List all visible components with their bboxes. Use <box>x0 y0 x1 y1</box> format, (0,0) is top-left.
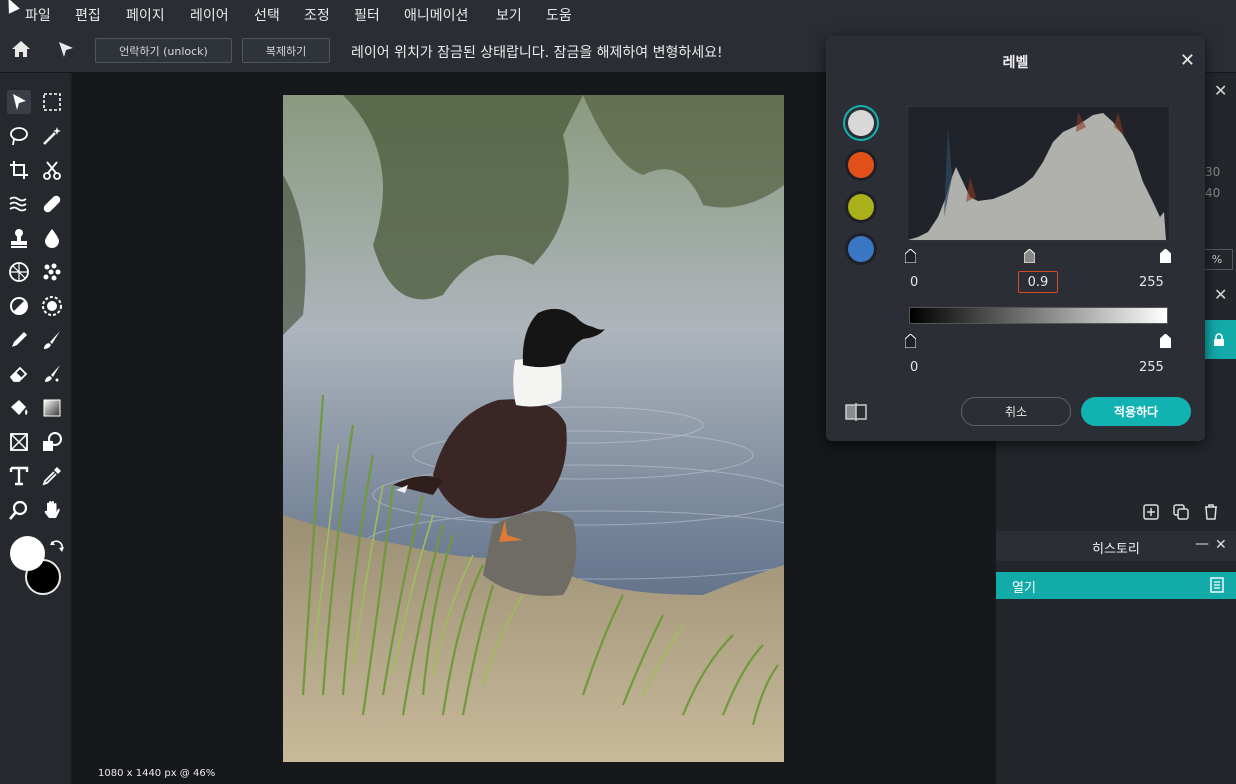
histogram <box>907 106 1170 241</box>
dodge-tool-icon[interactable] <box>7 294 31 318</box>
input-gamma-slider[interactable] <box>1024 249 1035 263</box>
layers-close-icon[interactable]: ✕ <box>1214 285 1227 304</box>
input-white-slider[interactable] <box>1160 249 1171 263</box>
percent-label: % <box>1211 253 1223 266</box>
menu-select[interactable]: 선택 <box>254 5 280 25</box>
input-black-slider[interactable] <box>905 249 916 263</box>
partial-value-1: 30 <box>1205 165 1221 179</box>
input-max-value: 255 <box>1139 275 1164 290</box>
pattern-tool-icon[interactable] <box>7 260 31 284</box>
zoom-tool-icon[interactable] <box>7 498 31 522</box>
menu-bar: 파일 편집 페이지 레이어 선택 조정 필터 애니메이션 보기 도움 <box>0 0 1236 28</box>
select-tool-icon[interactable] <box>7 90 31 114</box>
cancel-button[interactable]: 취소 <box>961 397 1071 426</box>
bandage-tool-icon[interactable] <box>40 192 64 216</box>
scissors-icon[interactable] <box>40 158 64 182</box>
mouse-cursor-icon <box>3 0 20 14</box>
partial-percent-field[interactable]: % <box>1201 249 1233 270</box>
menu-view[interactable]: 보기 <box>496 5 522 25</box>
dialog-title: 레벨 <box>1002 55 1029 71</box>
text-tool-icon[interactable] <box>7 464 31 488</box>
delete-layer-icon[interactable] <box>1202 503 1220 525</box>
apply-button[interactable]: 적용하다 <box>1081 397 1191 426</box>
crop-tool-icon[interactable] <box>7 158 31 182</box>
sponge-tool-icon[interactable] <box>40 260 64 284</box>
menu-animation[interactable]: 애니메이션 <box>404 5 468 25</box>
compare-icon[interactable] <box>845 403 867 425</box>
lock-icon <box>1213 332 1224 346</box>
shape-tool-icon[interactable] <box>40 430 64 454</box>
liquify-tool-icon[interactable] <box>7 192 31 216</box>
status-bar: 1080 x 1440 px @ 46% <box>72 766 996 784</box>
menu-layer[interactable]: 레이어 <box>190 5 229 25</box>
magic-wand-icon[interactable] <box>40 124 64 148</box>
primary-color-swatch[interactable] <box>10 536 45 571</box>
hand-tool-icon[interactable] <box>40 498 64 522</box>
add-layer-icon[interactable] <box>1142 503 1160 525</box>
minimize-icon[interactable]: — <box>1195 536 1209 552</box>
image-size-status: 1080 x 1440 px @ 46% <box>98 768 216 779</box>
stamp-tool-icon[interactable] <box>7 226 31 250</box>
gamma-input[interactable]: 0.9 <box>1018 271 1058 293</box>
history-close-icon[interactable]: ✕ <box>1215 537 1227 553</box>
eyedropper-icon[interactable] <box>40 464 64 488</box>
channel-blue[interactable] <box>848 236 874 262</box>
dialog-close-icon[interactable]: ✕ <box>1180 50 1195 71</box>
menu-help[interactable]: 도움 <box>546 5 572 25</box>
fill-bucket-icon[interactable] <box>7 396 31 420</box>
menu-adjust[interactable]: 조정 <box>304 5 330 25</box>
marquee-tool-icon[interactable] <box>40 90 64 114</box>
output-max-value: 255 <box>1139 360 1164 375</box>
history-panel-header: 히스토리 — ✕ <box>996 531 1236 561</box>
levels-dialog: 레벨 ✕ 0 0.9 255 0 255 취소 적용하다 <box>826 36 1205 441</box>
burn-tool-icon[interactable] <box>40 294 64 318</box>
history-title: 히스토리 <box>1092 542 1140 557</box>
swap-colors-icon[interactable] <box>49 539 65 559</box>
tool-palette <box>0 73 70 784</box>
eraser-tool-icon[interactable] <box>7 362 31 386</box>
brush-tool-icon[interactable] <box>40 328 64 352</box>
document-icon <box>1209 577 1225 597</box>
duplicate-button[interactable]: 복제하기 <box>242 38 330 63</box>
channel-red[interactable] <box>848 152 874 178</box>
menu-edit[interactable]: 편집 <box>75 5 101 25</box>
channel-rgb[interactable] <box>848 110 874 136</box>
lasso-tool-icon[interactable] <box>7 124 31 148</box>
partial-value-2: 40 <box>1205 186 1221 200</box>
history-item[interactable]: 열기 <box>996 572 1236 599</box>
history-item-label: 열기 <box>1012 581 1036 596</box>
home-icon[interactable] <box>10 39 32 63</box>
lock-message: 레이어 위치가 잠금된 상태랍니다. 잠금을 해제하여 변형하세요! <box>351 45 723 61</box>
output-white-slider[interactable] <box>1160 334 1171 348</box>
output-min-value: 0 <box>910 360 919 375</box>
panel-close-icon[interactable]: ✕ <box>1214 81 1227 100</box>
output-gradient <box>909 307 1168 324</box>
duck-photo[interactable] <box>283 95 784 762</box>
input-min-value: 0 <box>910 275 919 290</box>
unlock-button[interactable]: 언락하기 (unlock) <box>95 38 232 63</box>
blur-drop-icon[interactable] <box>40 226 64 250</box>
menu-file[interactable]: 파일 <box>25 5 51 25</box>
menu-page[interactable]: 페이지 <box>126 5 165 25</box>
gradient-tool-icon[interactable] <box>40 396 64 420</box>
menu-filter[interactable]: 필터 <box>354 5 380 25</box>
move-tool-icon[interactable] <box>56 40 76 64</box>
layer-lock-badge[interactable] <box>1201 320 1236 359</box>
frame-tool-icon[interactable] <box>7 430 31 454</box>
gamma-value: 0.9 <box>1027 274 1049 290</box>
output-black-slider[interactable] <box>905 334 916 348</box>
duplicate-layer-icon[interactable] <box>1172 503 1190 525</box>
channel-green[interactable] <box>848 194 874 220</box>
pencil-tool-icon[interactable] <box>7 328 31 352</box>
smudge-tool-icon[interactable] <box>40 362 64 386</box>
